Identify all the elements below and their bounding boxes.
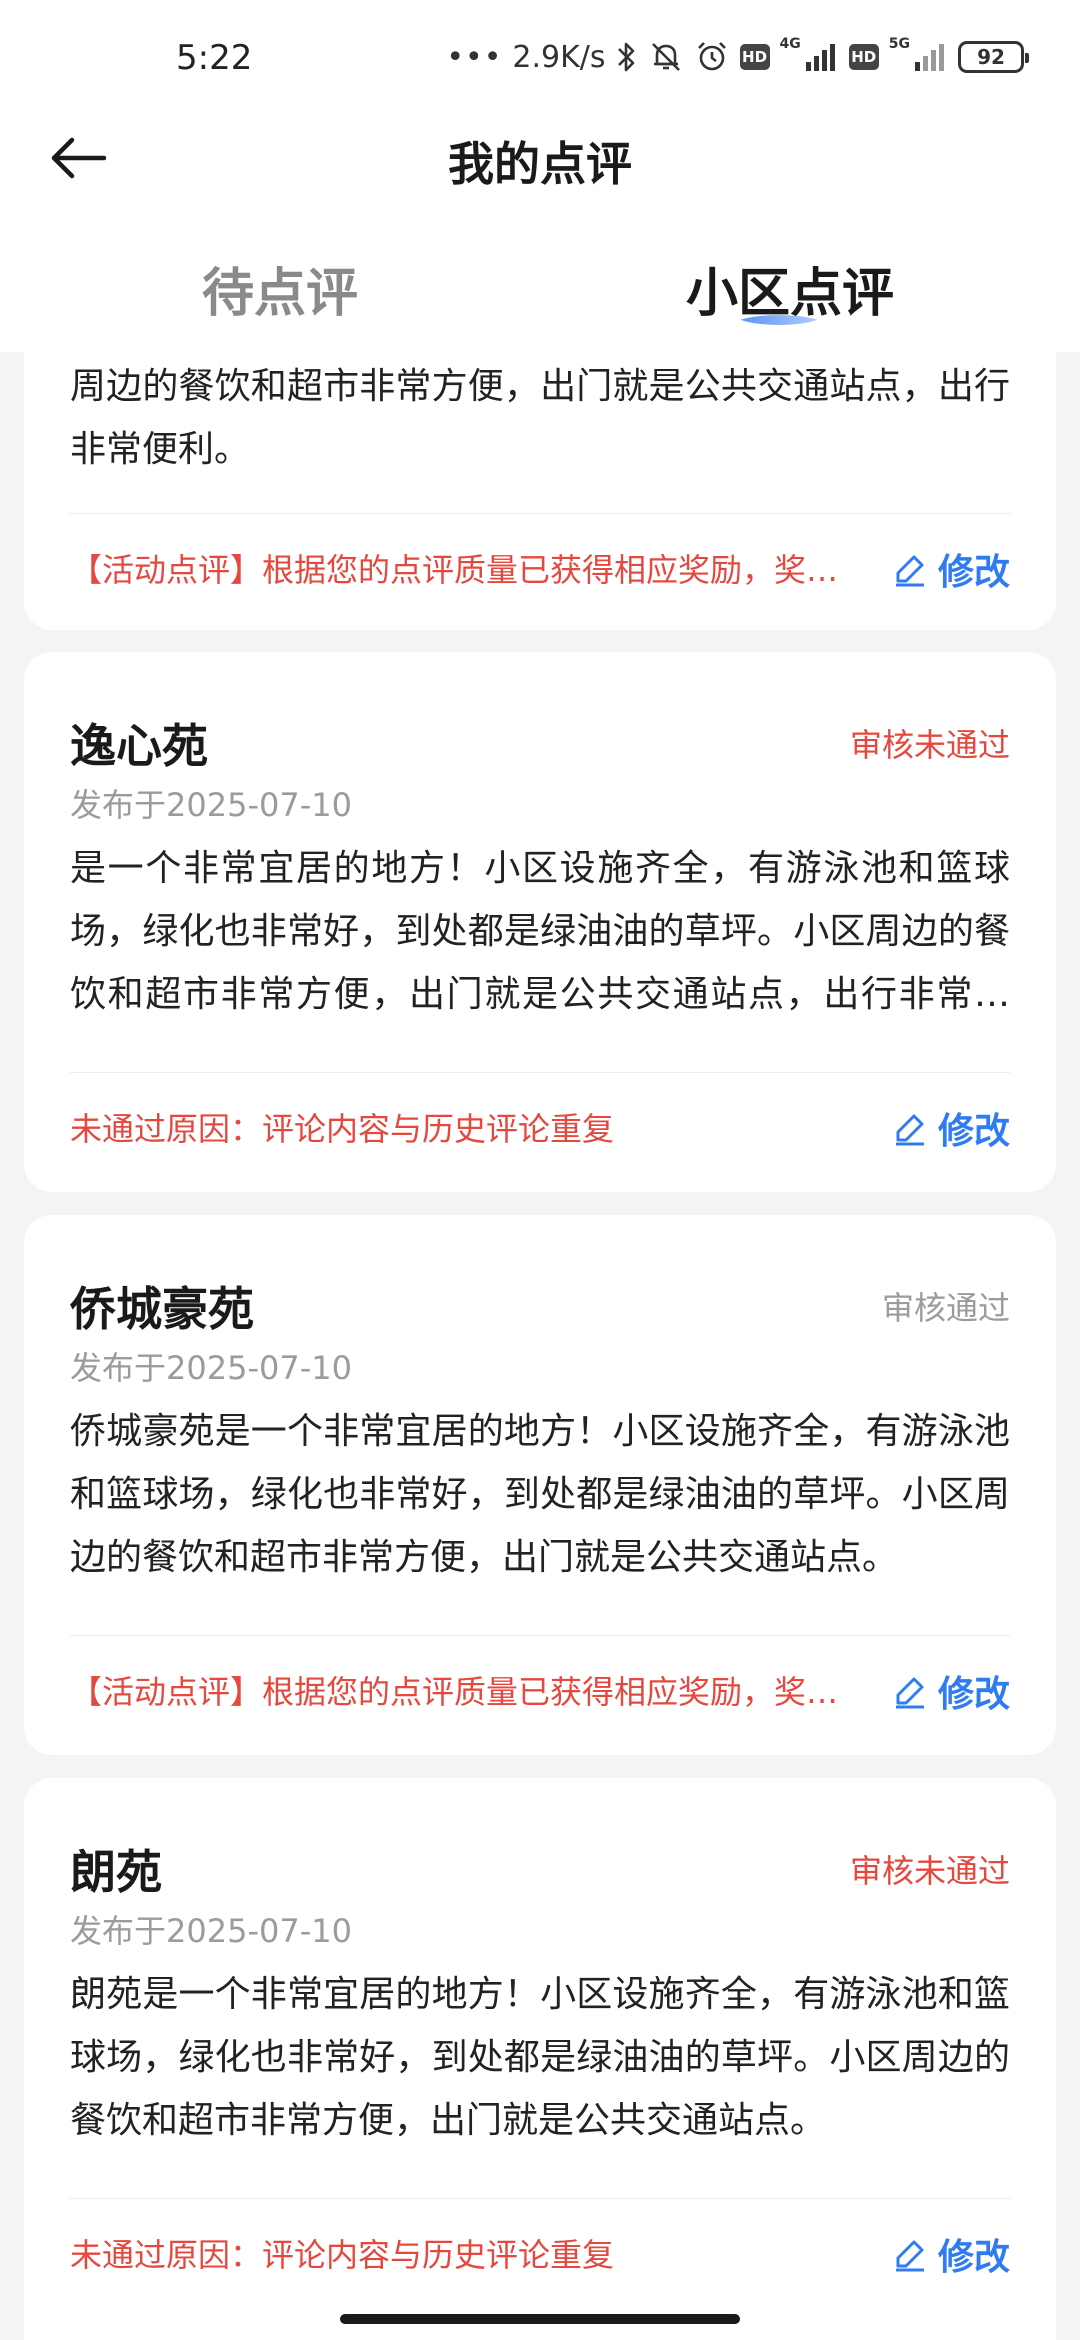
edit-label: 修改 bbox=[937, 1674, 1010, 1715]
edit-button[interactable]: 修改 bbox=[892, 1665, 1010, 1717]
activity-reward-note: 【活动点评】根据您的点评质量已获得相应奖励，奖励已发放至您的账户 bbox=[70, 551, 860, 589]
home-indicator[interactable] bbox=[340, 2314, 740, 2324]
review-text: 池和篮球场，绿化也非常好，到处都是绿油油的草坪。小区周边的餐饮和超市非常方便，出… bbox=[70, 366, 1010, 470]
review-card: 池和篮球场，绿化也非常好，到处都是绿油油的草坪。小区周边的餐饮和超市非常方便，出… bbox=[24, 352, 1056, 630]
community-name: 侨城豪苑 bbox=[70, 1282, 254, 1336]
edit-button[interactable]: 修改 bbox=[892, 1102, 1010, 1154]
card-divider bbox=[70, 1072, 1010, 1073]
signal-icon bbox=[805, 42, 839, 72]
review-text: 是一个非常宜居的地方！小区设施齐全，有游泳池和篮球场，绿化也非常好，到处都是绿油… bbox=[70, 848, 1010, 1015]
status-bar: 5:22 ••• 2.9K/s HD 4G HD 5G 92 bbox=[0, 0, 1080, 118]
rejection-reason: 未通过原因：评论内容与历史评论重复 bbox=[70, 2236, 615, 2274]
activity-reward-note: 【活动点评】根据您的点评质量已获得相应奖励，奖励已发放至您的账户 bbox=[70, 1673, 860, 1711]
community-name: 朗苑 bbox=[70, 1845, 162, 1899]
mute-bell-icon bbox=[648, 39, 684, 75]
review-card: 侨城豪苑 审核通过 发布于2025-07-10 侨城豪苑是一个非常宜居的地方！小… bbox=[24, 1215, 1056, 1755]
card-divider bbox=[70, 513, 1010, 514]
card-divider bbox=[70, 2198, 1010, 2199]
signal-icon-2 bbox=[914, 42, 948, 72]
edit-label: 修改 bbox=[937, 2237, 1010, 2278]
edit-label: 修改 bbox=[937, 552, 1010, 593]
top-area: 5:22 ••• 2.9K/s HD 4G HD 5G 92 我的点评 待点评 … bbox=[0, 0, 1080, 352]
more-dots: ••• bbox=[446, 39, 503, 75]
status-time: 5:22 bbox=[176, 38, 253, 78]
bluetooth-icon bbox=[616, 40, 638, 74]
edit-icon bbox=[895, 1114, 924, 1146]
edit-button[interactable]: 修改 bbox=[892, 2228, 1010, 2280]
network-type-label-2: 5G bbox=[888, 36, 910, 52]
review-card: 朗苑 审核未通过 发布于2025-07-10 朗苑是一个非常宜居的地方！小区设施… bbox=[24, 1778, 1056, 2340]
review-card: 逸心苑 审核未通过 发布于2025-07-10 是一个非常宜居的地方！小区设施齐… bbox=[24, 652, 1056, 1192]
tab-bar: 待点评 小区点评 bbox=[0, 238, 1080, 338]
review-text: 朗苑是一个非常宜居的地方！小区设施齐全，有游泳池和篮球场，绿化也非常好，到处都是… bbox=[70, 1974, 1010, 2141]
edit-button[interactable]: 修改 bbox=[892, 543, 1010, 595]
header: 我的点评 bbox=[0, 118, 1080, 198]
page-title: 我的点评 bbox=[448, 137, 632, 191]
community-name: 逸心苑 bbox=[70, 719, 208, 773]
alarm-icon bbox=[694, 39, 730, 75]
tab-pending-review[interactable]: 待点评 bbox=[140, 238, 420, 338]
review-status-badge: 审核未通过 bbox=[849, 1852, 1010, 1890]
publish-date: 发布于2025-07-10 bbox=[70, 1349, 352, 1387]
status-icons: ••• 2.9K/s HD 4G HD 5G 92 bbox=[446, 36, 1029, 78]
review-list[interactable]: 池和篮球场，绿化也非常好，到处都是绿油油的草坪。小区周边的餐饮和超市非常方便，出… bbox=[0, 352, 1080, 2340]
review-status-badge: 审核通过 bbox=[881, 1289, 1010, 1327]
battery-icon: 92 bbox=[958, 41, 1029, 73]
network-type-label: 4G bbox=[779, 36, 801, 52]
publish-date: 发布于2025-07-10 bbox=[70, 1912, 352, 1950]
edit-icon bbox=[895, 2240, 924, 2272]
review-status-badge: 审核未通过 bbox=[849, 726, 1010, 764]
edit-icon bbox=[895, 1677, 924, 1709]
edit-label: 修改 bbox=[937, 1111, 1010, 1152]
hd-badge: HD bbox=[739, 44, 770, 70]
rejection-reason: 未通过原因：评论内容与历史评论重复 bbox=[70, 1110, 615, 1148]
card-divider bbox=[70, 1635, 1010, 1636]
hd-badge-2: HD bbox=[848, 44, 879, 70]
battery-level: 92 bbox=[977, 45, 1005, 69]
edit-icon bbox=[895, 555, 924, 587]
review-text: 侨城豪苑是一个非常宜居的地方！小区设施齐全，有游泳池和篮球场，绿化也非常好，到处… bbox=[70, 1411, 1010, 1578]
publish-date: 发布于2025-07-10 bbox=[70, 786, 352, 824]
network-speed: 2.9K/s bbox=[512, 39, 606, 75]
